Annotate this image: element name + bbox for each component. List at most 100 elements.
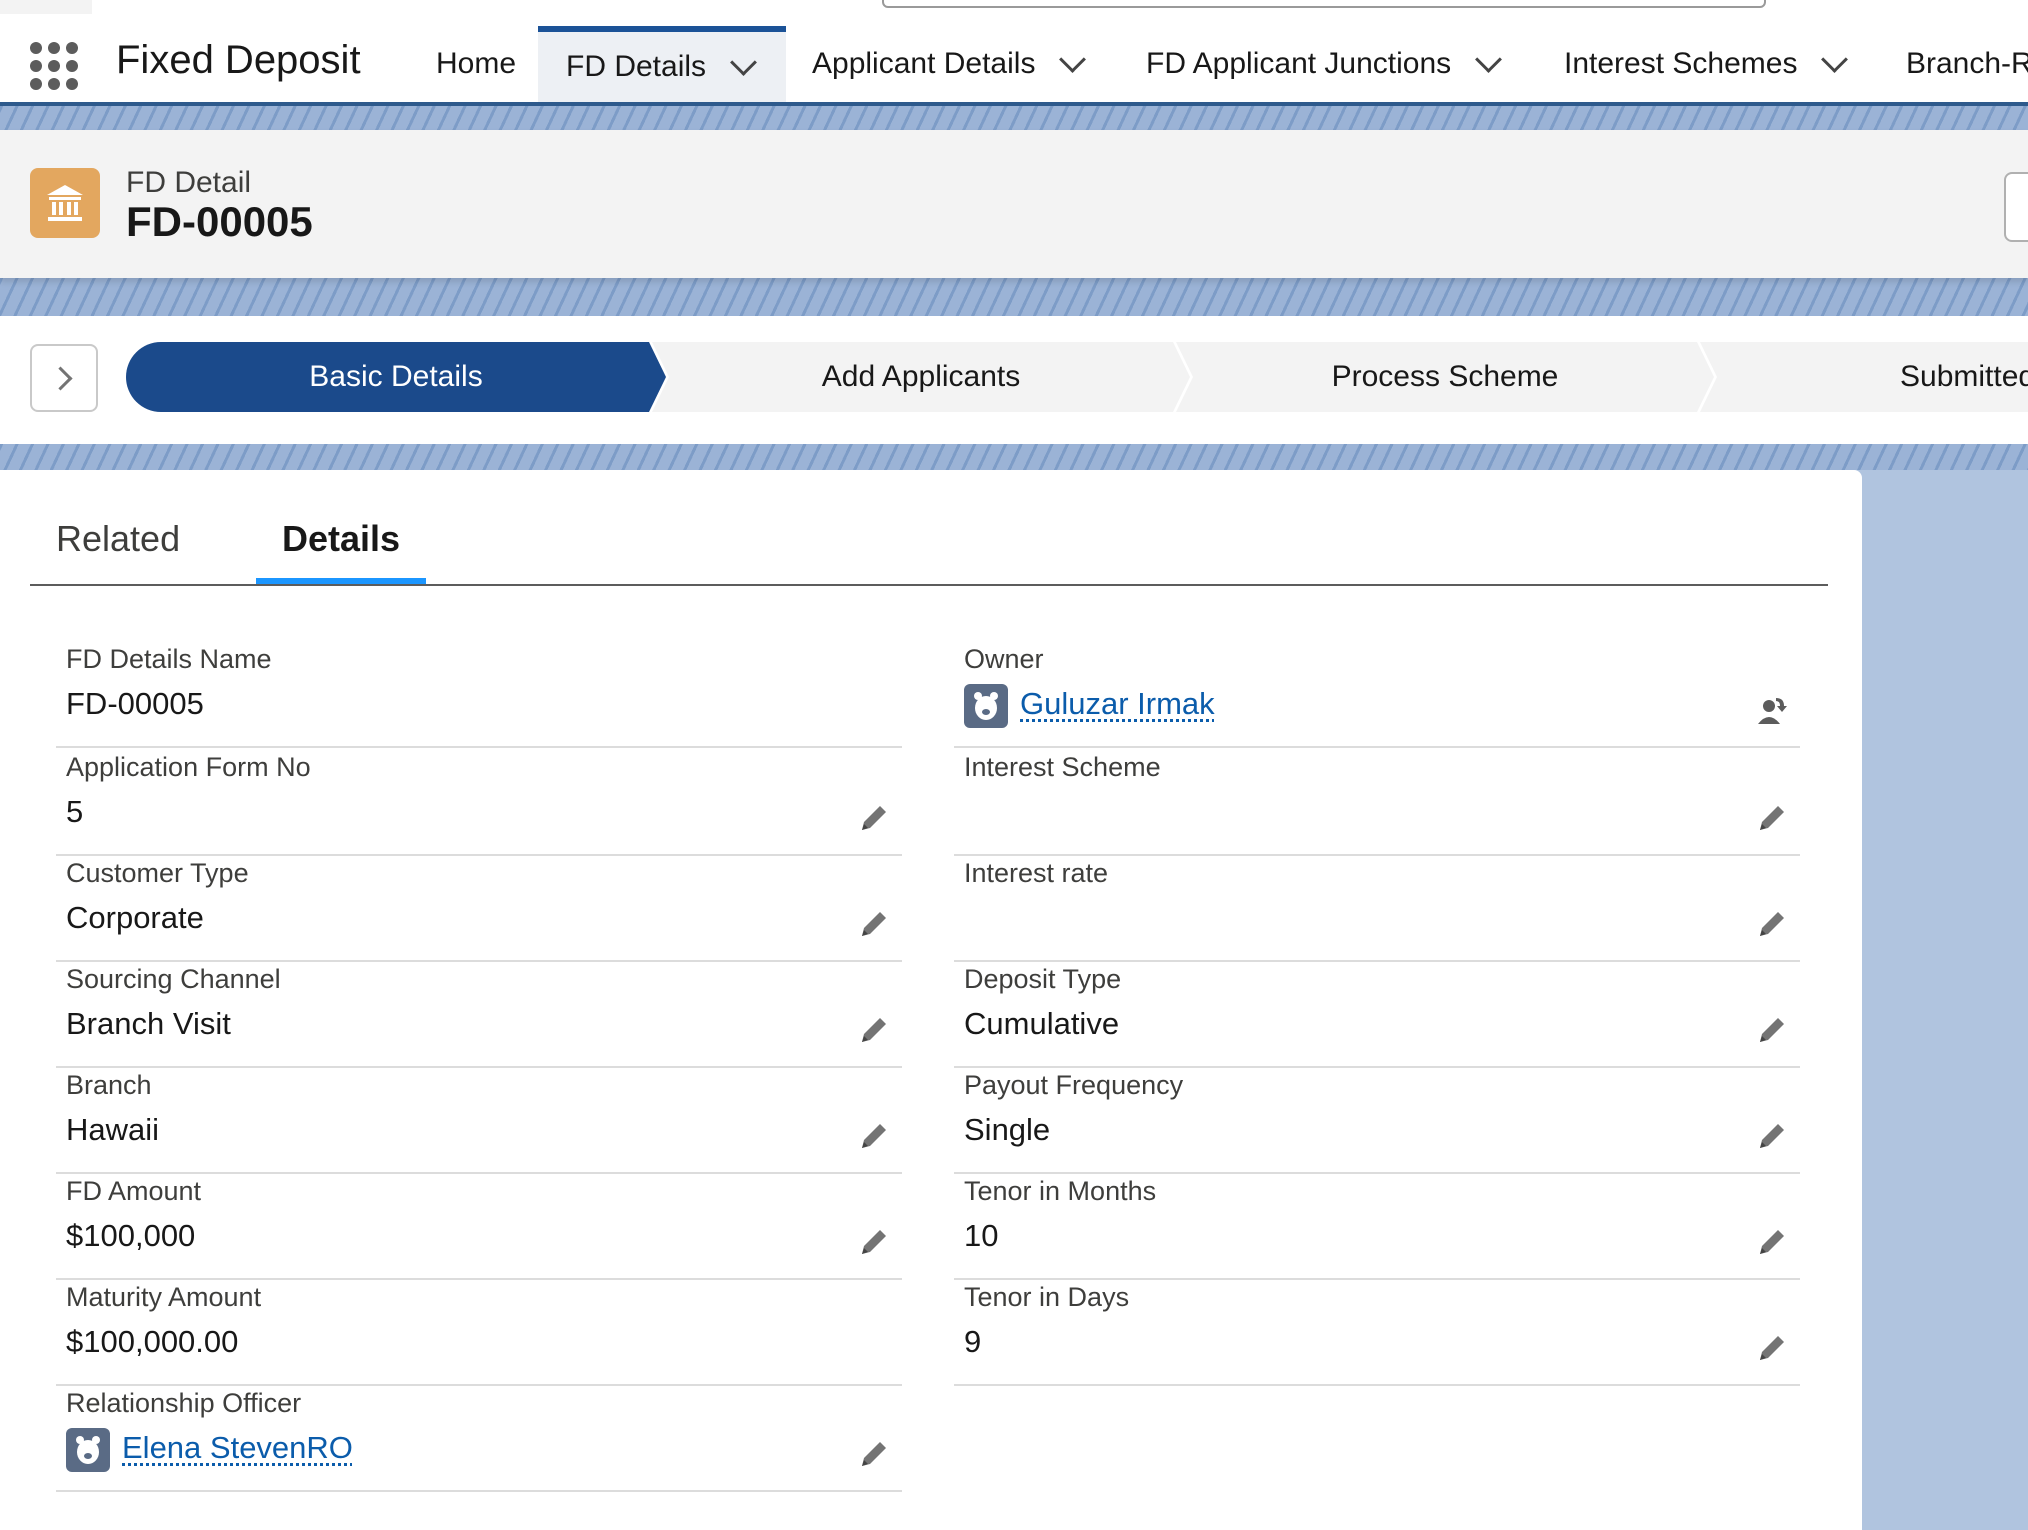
field-value: FD-00005 <box>66 686 204 722</box>
field-label: Sourcing Channel <box>66 964 281 995</box>
field-label: FD Amount <box>66 1176 201 1207</box>
nav-tab-label: Home <box>436 47 516 81</box>
field-maturity-amount: Maturity Amount $100,000.00 <box>56 1280 902 1386</box>
path-stage-label: Basic Details <box>309 360 482 394</box>
field-value: Hawaii <box>66 1112 159 1148</box>
user-avatar-icon <box>964 684 1008 728</box>
field-label: Deposit Type <box>964 964 1121 995</box>
chevron-right-icon <box>48 366 72 390</box>
field-tenor-in-months: Tenor in Months 10 <box>954 1174 1800 1280</box>
field-customer-type: Customer Type Corporate <box>56 856 902 962</box>
nav-tab-label: Branch-R <box>1906 47 2028 81</box>
field-value: Corporate <box>66 900 204 936</box>
chevron-down-icon[interactable] <box>1475 46 1502 73</box>
field-label: Customer Type <box>66 858 249 889</box>
pencil-icon[interactable] <box>1754 906 1790 942</box>
record-type-label: FD Detail <box>126 166 251 200</box>
field-deposit-type: Deposit Type Cumulative <box>954 962 1800 1068</box>
chevron-down-icon[interactable] <box>730 49 757 76</box>
decorative-band <box>0 106 2028 130</box>
change-owner-icon[interactable] <box>1754 692 1790 728</box>
pencil-icon[interactable] <box>1754 1330 1790 1366</box>
pencil-icon[interactable] <box>856 1118 892 1154</box>
field-tenor-in-days: Tenor in Days 9 <box>954 1280 1800 1386</box>
pencil-icon[interactable] <box>856 1012 892 1048</box>
nav-tab-fd-applicant-junctions[interactable]: FD Applicant Junctions <box>1146 26 1498 102</box>
owner-link[interactable]: Guluzar Irmak <box>1020 686 1215 722</box>
field-sourcing-channel: Sourcing Channel Branch Visit <box>56 962 902 1068</box>
nav-tab-label: FD Details <box>566 50 706 84</box>
nav-tab-interest-schemes[interactable]: Interest Schemes <box>1564 26 1844 102</box>
active-tab-indicator <box>256 578 426 584</box>
field-label: Relationship Officer <box>66 1388 301 1419</box>
pencil-icon[interactable] <box>1754 1224 1790 1260</box>
path-stage-label: Submitted <box>1900 360 2028 394</box>
detail-tabs: Related Details <box>30 470 1828 586</box>
user-avatar-icon <box>66 1428 110 1472</box>
pencil-icon[interactable] <box>1754 1118 1790 1154</box>
field-value: Cumulative <box>964 1006 1119 1042</box>
field-fd-amount: FD Amount $100,000 <box>56 1174 902 1280</box>
field-value: Single <box>964 1112 1050 1148</box>
global-search-input[interactable] <box>882 0 1766 8</box>
path-stage-process-scheme[interactable]: Process Scheme <box>1176 342 1714 412</box>
global-nav: Fixed Deposit Home FD Details Applicant … <box>0 0 2028 106</box>
app-name: Fixed Deposit <box>116 38 361 83</box>
header-action-button[interactable] <box>2004 172 2028 242</box>
field-label: Payout Frequency <box>964 1070 1183 1101</box>
nav-tab-applicant-details[interactable]: Applicant Details <box>812 26 1082 102</box>
nav-tab-fd-details[interactable]: FD Details <box>538 26 786 102</box>
nav-tab-branch[interactable]: Branch-R <box>1906 26 2028 102</box>
tab-details[interactable]: Details <box>282 518 400 560</box>
field-label: Tenor in Months <box>964 1176 1156 1207</box>
chevron-down-icon[interactable] <box>1060 46 1087 73</box>
field-owner: Owner Guluzar Irmak <box>954 642 1800 748</box>
record-title: FD-00005 <box>126 198 313 246</box>
field-branch: Branch Hawaii <box>56 1068 902 1174</box>
field-interest-rate: Interest rate <box>954 856 1800 962</box>
field-value: $100,000 <box>66 1218 195 1254</box>
pencil-icon[interactable] <box>856 906 892 942</box>
path-stage-submitted[interactable]: Submitted <box>1700 342 2028 412</box>
field-label: Application Form No <box>66 752 311 783</box>
record-header: FD Detail FD-00005 <box>0 130 2028 278</box>
record-detail-card: Related Details FD Details Name FD-00005… <box>0 470 1862 1530</box>
field-payout-frequency: Payout Frequency Single <box>954 1068 1800 1174</box>
bank-icon <box>30 168 100 238</box>
nav-tab-label: Applicant Details <box>812 47 1035 81</box>
top-stub <box>0 0 92 14</box>
field-label: Owner <box>964 644 1044 675</box>
pencil-icon[interactable] <box>856 800 892 836</box>
field-fd-details-name: FD Details Name FD-00005 <box>56 642 902 748</box>
path-stage-basic-details[interactable]: Basic Details <box>126 342 666 412</box>
path-toggle-button[interactable] <box>30 344 98 412</box>
pencil-icon[interactable] <box>1754 1012 1790 1048</box>
field-interest-scheme: Interest Scheme <box>954 750 1800 856</box>
field-value: 10 <box>964 1218 998 1254</box>
app-launcher-icon[interactable] <box>30 42 78 90</box>
field-label: Interest Scheme <box>964 752 1161 783</box>
path-stage-label: Add Applicants <box>822 360 1020 394</box>
field-value: Branch Visit <box>66 1006 231 1042</box>
nav-tab-label: FD Applicant Junctions <box>1146 47 1451 81</box>
pencil-icon[interactable] <box>1754 800 1790 836</box>
path-stage-add-applicants[interactable]: Add Applicants <box>652 342 1190 412</box>
nav-tab-label: Interest Schemes <box>1564 47 1797 81</box>
decorative-band <box>0 278 2028 316</box>
field-value: 9 <box>964 1324 981 1360</box>
field-label: Branch <box>66 1070 152 1101</box>
pencil-icon[interactable] <box>856 1224 892 1260</box>
field-label: Interest rate <box>964 858 1108 889</box>
field-label: Maturity Amount <box>66 1282 261 1313</box>
relationship-officer-link[interactable]: Elena StevenRO <box>122 1430 353 1466</box>
field-value: $100,000.00 <box>66 1324 238 1360</box>
field-label: FD Details Name <box>66 644 272 675</box>
path-stage-label: Process Scheme <box>1332 360 1559 394</box>
field-value: 5 <box>66 794 83 830</box>
nav-tab-home[interactable]: Home <box>436 26 516 102</box>
chevron-down-icon[interactable] <box>1822 46 1849 73</box>
tab-related[interactable]: Related <box>56 518 180 560</box>
field-label: Tenor in Days <box>964 1282 1129 1313</box>
field-relationship-officer: Relationship Officer Elena StevenRO <box>56 1386 902 1492</box>
pencil-icon[interactable] <box>856 1436 892 1472</box>
